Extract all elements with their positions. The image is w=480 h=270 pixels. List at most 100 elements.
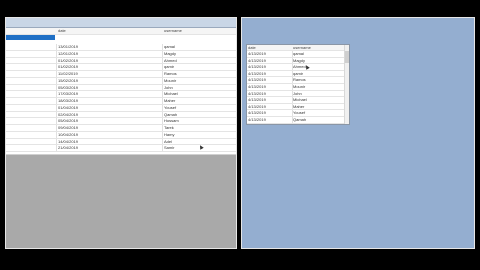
username-cell[interactable]: qamal xyxy=(164,44,234,50)
popup-header-date[interactable]: date xyxy=(248,45,292,50)
username-cell[interactable]: qamir xyxy=(164,64,234,70)
popup-date-cell[interactable]: 4/13/2019 xyxy=(248,84,293,90)
date-cell[interactable]: 17/03/2019 xyxy=(58,91,163,97)
row-header-cell[interactable] xyxy=(6,145,57,151)
list-item[interactable]: 4/13/2019 John xyxy=(247,90,346,98)
row-header-cell[interactable] xyxy=(6,104,57,111)
selected-row-header[interactable] xyxy=(6,35,55,40)
date-cell[interactable]: 05/03/2019 xyxy=(58,84,163,91)
date-cell[interactable]: 10/04/2019 xyxy=(58,131,163,138)
row-header-cell[interactable] xyxy=(6,118,57,124)
popup-date-cell[interactable]: 4/13/2019 xyxy=(248,57,293,64)
username-cell[interactable]: Ahmed xyxy=(164,58,234,64)
username-cell[interactable]: Magdy xyxy=(164,51,234,57)
username-cell[interactable]: Mounir xyxy=(164,78,234,84)
table-row[interactable]: 01/02/2019 Ahmed xyxy=(6,57,236,65)
popup-scrollbar-thumb[interactable] xyxy=(345,51,349,63)
list-item[interactable]: 4/13/2019 Qamah xyxy=(247,117,346,124)
row-header-cell[interactable] xyxy=(6,57,57,64)
table-row[interactable]: 15/02/2019 Mounir xyxy=(6,77,236,85)
row-header-cell[interactable] xyxy=(6,91,57,97)
username-cell[interactable]: Adel xyxy=(164,139,234,145)
popup-username-cell[interactable]: Ramos xyxy=(293,77,345,83)
username-cell[interactable]: Ramos xyxy=(164,71,234,77)
row-header-cell[interactable] xyxy=(6,125,57,131)
table-row[interactable]: 05/04/2019 Hossam xyxy=(6,118,236,125)
popup-username-cell[interactable]: Ahmed xyxy=(293,64,345,70)
list-item[interactable]: 4/13/2019 Ahmed xyxy=(247,64,346,71)
table-row[interactable]: 05/03/2019 John xyxy=(6,84,236,92)
table-row[interactable]: 17/03/2019 Michael xyxy=(6,91,236,98)
row-header-cell[interactable] xyxy=(6,84,57,91)
row-header-cell[interactable] xyxy=(6,77,57,84)
table-row[interactable]: 02/04/2019 Qamah xyxy=(6,111,236,119)
grid-header-username[interactable]: username xyxy=(164,28,234,34)
popup-date-cell[interactable]: 4/13/2019 xyxy=(248,90,293,97)
popup-username-cell[interactable]: John xyxy=(293,91,345,97)
date-cell[interactable]: 01/02/2019 xyxy=(58,57,163,64)
username-cell[interactable]: John xyxy=(164,85,234,91)
row-header-cell[interactable] xyxy=(6,131,57,138)
popup-date-cell[interactable]: 4/13/2019 xyxy=(248,70,293,77)
date-cell[interactable]: 21/04/2019 xyxy=(58,145,163,151)
username-cell[interactable]: Hossam xyxy=(164,118,234,124)
popup-username-cell[interactable]: Mounir xyxy=(293,84,345,90)
table-row[interactable]: 13/01/2019 qamal xyxy=(6,44,236,51)
popup-username-cell[interactable]: Yousef xyxy=(293,110,345,116)
popup-username-cell[interactable]: Magdy xyxy=(293,58,345,64)
table-row[interactable]: 10/04/2019 Hamy xyxy=(6,131,236,139)
date-cell[interactable]: 01/04/2019 xyxy=(58,104,163,111)
popup-scrollbar[interactable] xyxy=(344,45,349,124)
date-cell[interactable]: 02/04/2019 xyxy=(58,111,163,118)
date-cell[interactable]: 15/02/2019 xyxy=(58,77,163,84)
popup-date-cell[interactable]: 4/13/2019 xyxy=(248,51,293,57)
table-row[interactable]: 12/01/2019 Magdy xyxy=(6,50,236,58)
table-row[interactable]: 18/03/2019 Maher xyxy=(6,98,236,105)
list-item[interactable]: 4/13/2019 qamir xyxy=(247,70,346,78)
popup-date-cell[interactable]: 4/13/2019 xyxy=(248,77,293,83)
list-item[interactable]: 4/13/2019 qamal xyxy=(247,51,346,58)
grid-header-date[interactable]: date xyxy=(58,28,162,34)
row-header-cell[interactable] xyxy=(6,111,57,118)
list-item[interactable]: 4/13/2019 Maher xyxy=(247,103,346,111)
date-cell[interactable]: 09/04/2019 xyxy=(58,125,163,131)
username-cell[interactable]: Hamy xyxy=(164,132,234,138)
row-header-cell[interactable] xyxy=(6,98,57,104)
popup-date-cell[interactable]: 4/13/2019 xyxy=(248,97,293,103)
popup-header-username[interactable]: username xyxy=(293,45,345,50)
date-cell[interactable]: 13/01/2019 xyxy=(58,44,163,50)
table-row[interactable]: 01/04/2019 Yousef xyxy=(6,104,236,112)
row-header-cell[interactable] xyxy=(6,138,57,145)
popup-date-cell[interactable]: 4/13/2019 xyxy=(248,117,293,123)
table-row[interactable]: 01/02/2019 qamir xyxy=(6,64,236,71)
username-cell[interactable]: Qamah xyxy=(164,112,234,118)
popup-username-cell[interactable]: Qamah xyxy=(293,117,345,123)
popup-username-cell[interactable]: Maher xyxy=(293,104,345,110)
list-item[interactable]: 4/13/2019 Magdy xyxy=(247,57,346,65)
popup-date-cell[interactable]: 4/13/2019 xyxy=(248,110,293,116)
username-cell[interactable]: Maher xyxy=(164,98,234,104)
list-item[interactable]: 4/13/2019 Ramos xyxy=(247,77,346,84)
table-row[interactable]: 11/02/2019 Ramos xyxy=(6,71,236,78)
date-cell[interactable]: 18/03/2019 xyxy=(58,98,163,104)
username-cell[interactable]: Tarek xyxy=(164,125,234,131)
row-header-cell[interactable] xyxy=(6,71,57,77)
popup-username-cell[interactable]: Michael xyxy=(293,97,345,103)
popup-date-cell[interactable]: 4/13/2019 xyxy=(248,103,293,110)
row-header-cell[interactable] xyxy=(6,64,57,70)
popup-date-cell[interactable]: 4/13/2019 xyxy=(248,64,293,70)
date-cell[interactable]: 12/01/2019 xyxy=(58,50,163,57)
username-cell[interactable]: Michael xyxy=(164,91,234,97)
list-item[interactable]: 4/13/2019 Yousef xyxy=(247,110,346,117)
dropdown-grid-popup[interactable]: date username 4/13/2019 qamal 4/13/2019 Magdy… xyxy=(246,44,350,125)
popup-username-cell[interactable]: qamal xyxy=(293,51,345,57)
username-cell[interactable]: Yousef xyxy=(164,105,234,111)
row-header-cell[interactable] xyxy=(6,44,57,50)
date-cell[interactable]: 01/02/2019 xyxy=(58,64,163,70)
list-item[interactable]: 4/13/2019 Mounir xyxy=(247,84,346,91)
list-item[interactable]: 4/13/2019 Michael xyxy=(247,97,346,104)
popup-username-cell[interactable]: qamir xyxy=(293,71,345,77)
date-cell[interactable]: 11/02/2019 xyxy=(58,71,163,77)
date-cell[interactable]: 14/04/2019 xyxy=(58,138,163,145)
left-data-grid[interactable]: date username 13/01/2019 qamal 12/01/2019 M… xyxy=(6,28,236,155)
